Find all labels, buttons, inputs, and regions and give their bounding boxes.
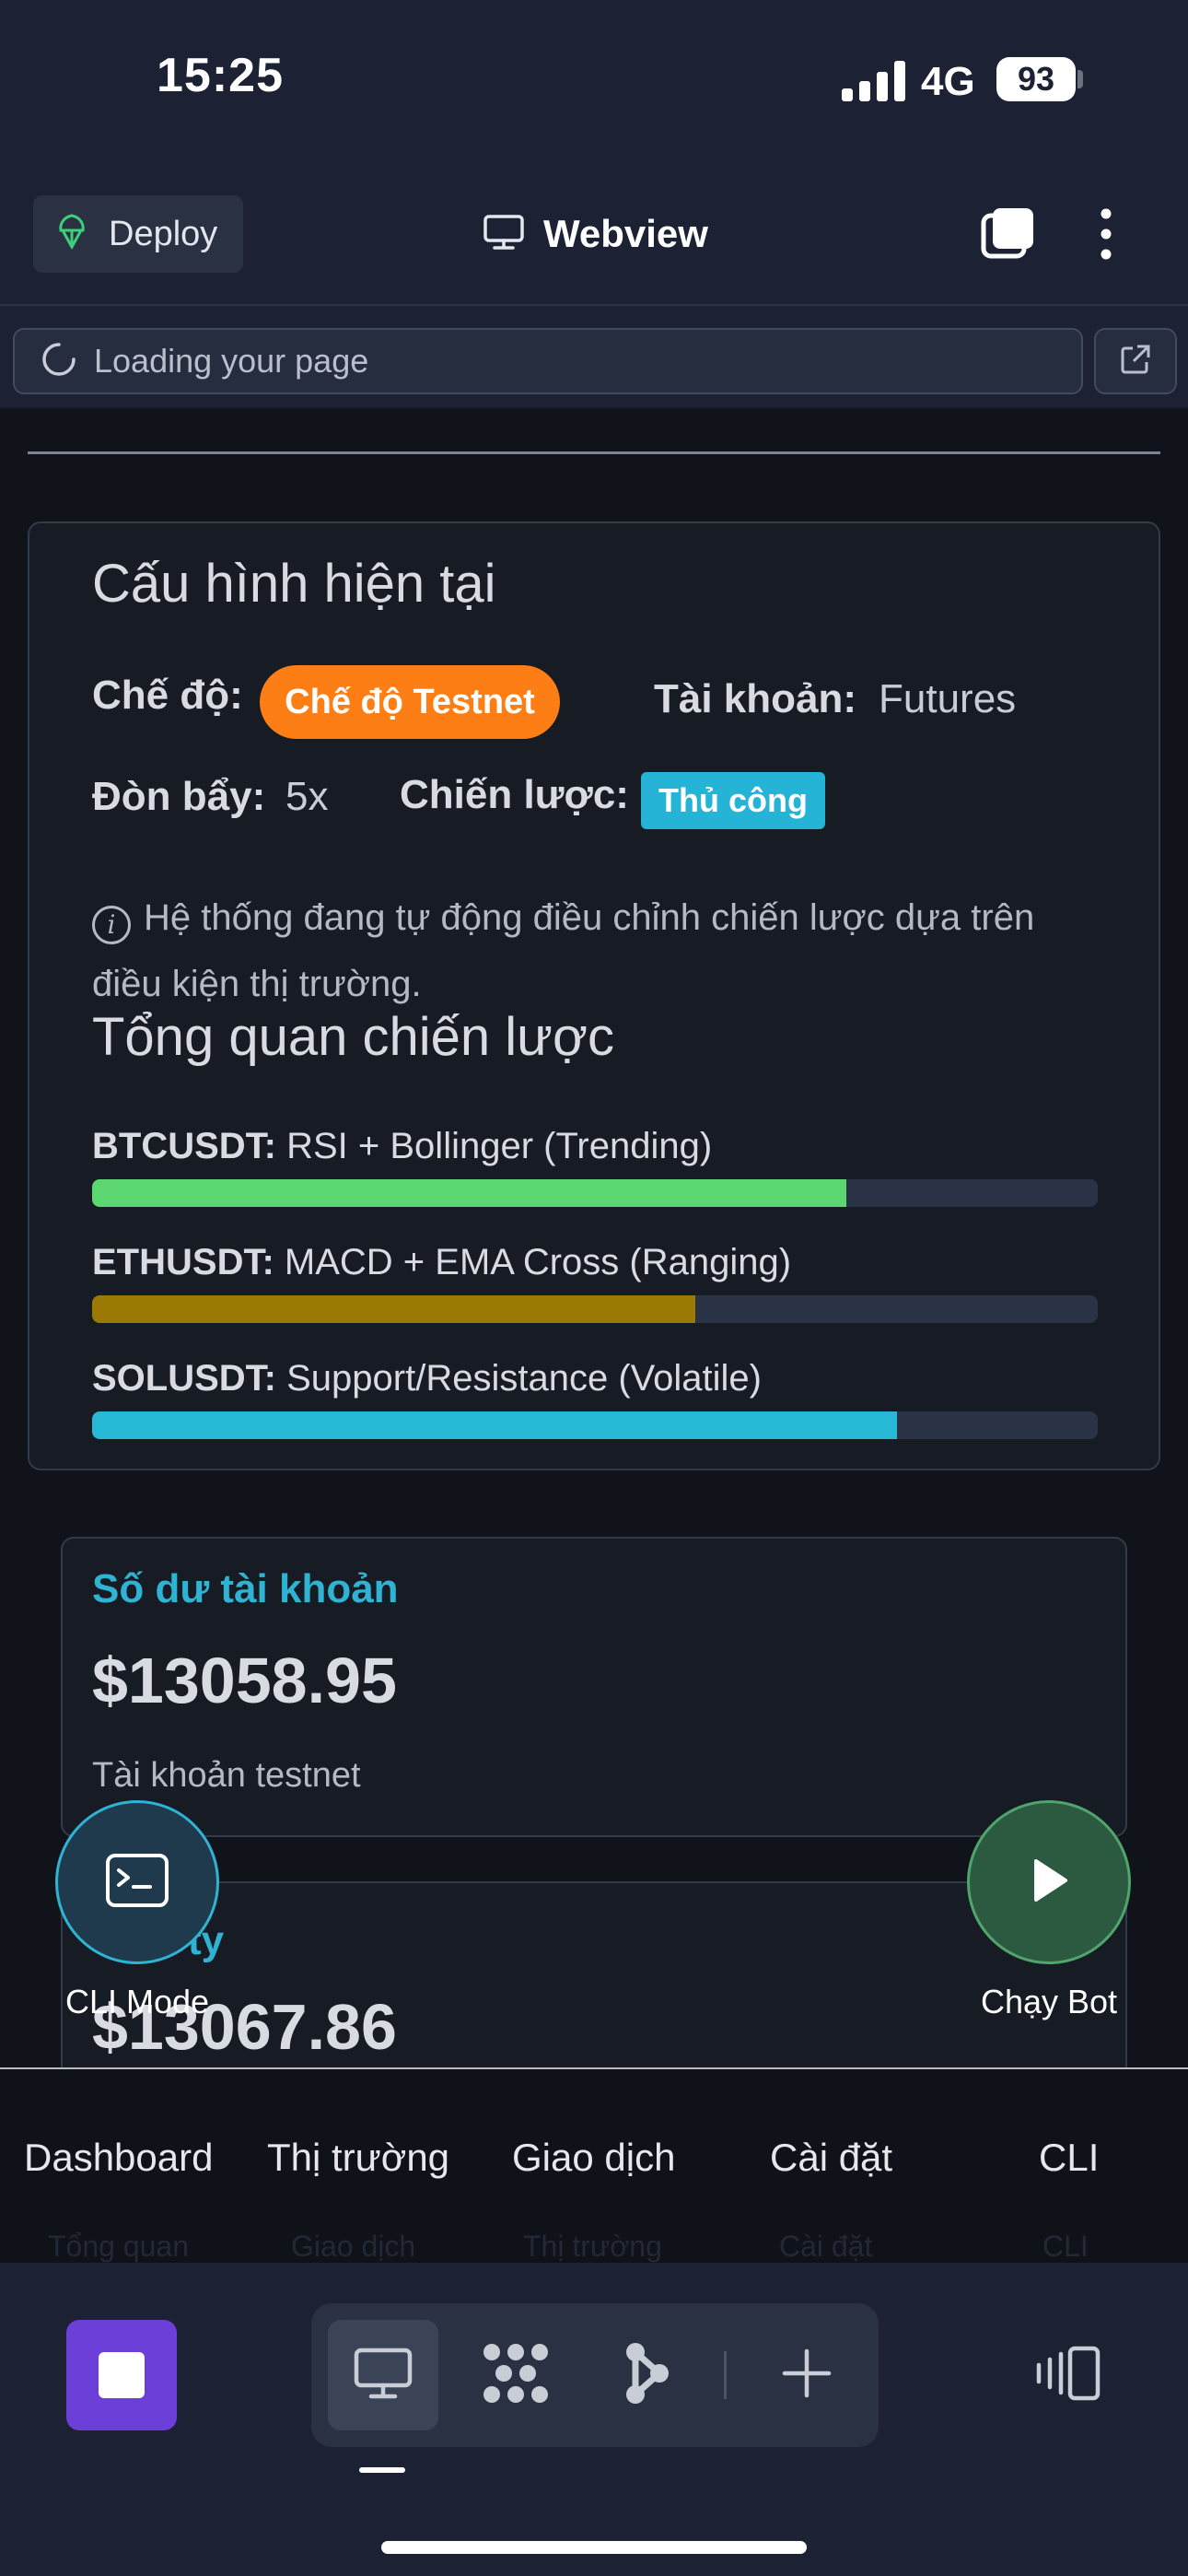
run-bot-label: Chạy Bot [980,1983,1118,2020]
strategy-symbol: ETHUSDT: [92,1242,274,1282]
monitor-tool-button[interactable] [328,2320,438,2430]
active-tool-indicator [359,2467,405,2473]
nav-item-trading[interactable]: Giao dịch [512,2136,675,2180]
balance-amount: $13058.95 [92,1645,397,1716]
strategy-name: MACD + EMA Cross (Ranging) [284,1242,792,1282]
strategy-name: Support/Resistance (Volatile) [286,1358,762,1399]
url-bar-text: Loading your page [94,342,369,380]
open-external-button[interactable] [1094,328,1177,394]
run-bot-button[interactable] [967,1800,1131,1964]
strategy-progress-fill [92,1295,696,1323]
deploy-icon [57,213,87,255]
devices-button[interactable] [1017,2327,1116,2423]
strategy-symbol: BTCUSDT: [92,1126,276,1166]
tool-divider [724,2351,727,2399]
nav-ghost-label: Tổng quan [48,2230,190,2263]
config-heading: Cấu hình hiện tại [92,554,496,614]
url-bar[interactable]: Loading your page [13,328,1083,394]
divider [28,451,1160,454]
strategy-badge: Thủ công [641,772,825,829]
cli-mode-label: CLI Mode [64,1983,210,2020]
status-time: 15:25 [157,49,284,102]
cellular-signal-icon [842,61,906,101]
external-link-icon [1120,344,1151,380]
devices-icon [1030,2345,1103,2406]
cli-mode-button[interactable] [55,1800,219,1964]
nav-ghost-label: Cài đặt [779,2230,873,2263]
nav-item-market[interactable]: Thị trường [267,2136,449,2180]
branch-icon [621,2341,672,2410]
battery-nub [1077,70,1083,88]
deploy-button[interactable]: Deploy [33,195,243,273]
home-indicator [381,2541,807,2554]
terminal-icon [104,1852,170,1914]
deploy-label: Deploy [109,214,218,253]
battery-icon: 93 [996,57,1076,101]
strategy-progress-track [92,1179,1098,1207]
mode-badge: Chế độ Testnet [260,665,560,739]
strategy-label: Chiến lược: [400,772,629,817]
mode-label: Chế độ: [92,673,243,718]
nav-ghost-label: CLI [1042,2230,1089,2263]
strategy-row-label: BTCUSDT: RSI + Bollinger (Trending) [92,1126,712,1167]
nav-ghost-label: Giao dịch [291,2230,416,2263]
nav-item-dashboard[interactable]: Dashboard [24,2136,213,2180]
info-text: Hệ thống đang tự động điều chỉnh chiến l… [92,897,1035,1004]
more-vertical-icon[interactable] [1092,205,1120,263]
balance-subtitle: Tài khoản testnet [92,1756,361,1795]
play-icon [1029,1857,1069,1908]
strategy-row-label: SOLUSDT: Support/Resistance (Volatile) [92,1358,762,1399]
tabs-icon[interactable] [980,206,1035,262]
strategy-row-label: ETHUSDT: MACD + EMA Cross (Ranging) [92,1242,791,1283]
strategy-symbol: SOLUSDT: [92,1358,276,1399]
plus-icon [781,2348,833,2404]
stop-icon [99,2352,145,2398]
info-circle-icon: i [92,906,131,944]
overview-heading: Tổng quan chiến lược [92,1007,614,1067]
nav-item-cli[interactable]: CLI [1039,2136,1099,2180]
network-type: 4G [921,59,975,104]
leverage-label: Đòn bẩy: [92,774,266,819]
webview-title: Webview [483,205,708,263]
loading-spinner-icon [41,341,77,382]
account-label: Tài khoản: [654,676,857,721]
nav-item-settings[interactable]: Cài đặt [770,2136,892,2180]
webview-title-text: Webview [543,212,708,255]
monitor-icon [353,2347,413,2405]
strategy-progress-fill [92,1179,846,1207]
leverage-value: 5x [285,774,329,819]
add-tool-button[interactable] [751,2320,862,2430]
balance-title: Số dư tài khoản [92,1566,399,1611]
strategy-name: RSI + Bollinger (Trending) [286,1126,713,1166]
workspace-tool-button[interactable] [460,2320,571,2430]
monitor-icon [483,214,525,255]
git-tool-button[interactable] [591,2320,702,2430]
account-value: Futures [879,676,1017,721]
nav-ghost-label: Thị trường [523,2230,662,2263]
info-message: i Hệ thống đang tự động điều chỉnh chiến … [92,884,1105,1017]
strategy-progress-fill [92,1411,897,1439]
grid-icon [479,2341,553,2410]
strategy-progress-track [92,1411,1098,1439]
stop-button[interactable] [66,2320,177,2430]
strategy-progress-track [92,1295,1098,1323]
